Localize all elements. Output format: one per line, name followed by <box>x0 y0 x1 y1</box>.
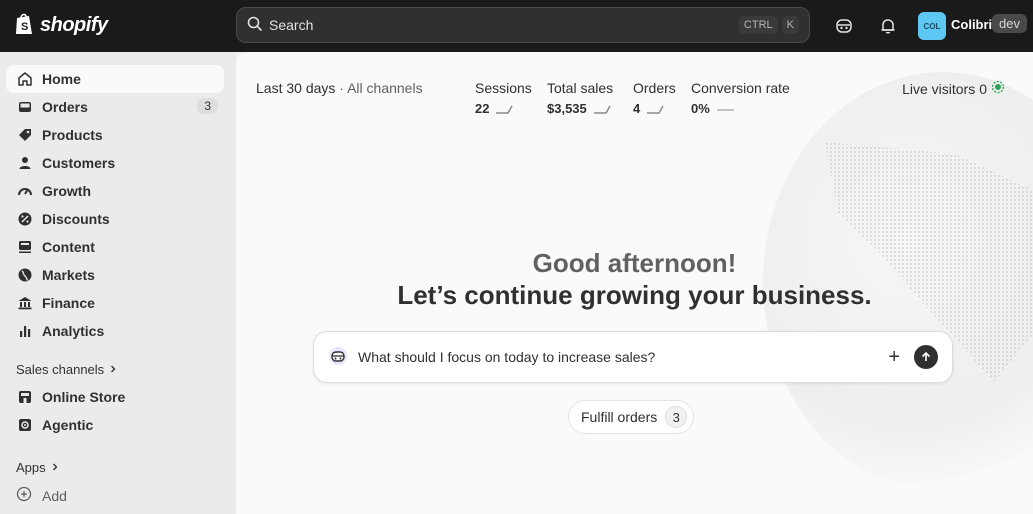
live-visitors[interactable]: Live visitors 0 <box>902 80 1005 97</box>
sidebar-item-label: Products <box>42 127 103 143</box>
live-indicator-icon <box>991 80 1005 97</box>
shortcut-key-ctrl: CTRL <box>738 16 778 34</box>
send-button[interactable] <box>914 345 938 369</box>
fulfill-orders-chip[interactable]: Fulfill orders 3 <box>568 400 695 434</box>
top-bar: S shopify Search CTRL K COL Colibri dev <box>0 0 1033 52</box>
shopify-logo[interactable]: S shopify <box>14 12 108 39</box>
plus-icon[interactable]: + <box>888 346 900 369</box>
apps-header[interactable]: Apps <box>16 460 60 475</box>
content-icon <box>16 238 34 256</box>
sparkline <box>593 105 611 114</box>
bell-icon[interactable] <box>876 14 900 38</box>
sidebar-item-orders[interactable]: Orders 3 <box>6 93 224 121</box>
store-name[interactable]: Colibri <box>951 17 992 32</box>
sidebar-item-products[interactable]: Products <box>6 121 224 149</box>
inbox-icon <box>16 98 34 116</box>
date-range-selector[interactable]: Last 30 days · All channels <box>256 80 423 96</box>
greeting-subtitle: Let’s continue growing your business. <box>397 280 872 310</box>
logo-text: shopify <box>40 14 108 36</box>
discount-icon <box>16 210 34 228</box>
channels-filter: All channels <box>347 80 423 96</box>
sidebar-item-label: Orders <box>42 99 88 115</box>
store-avatar[interactable]: COL <box>918 12 946 40</box>
bar-chart-icon <box>16 322 34 340</box>
metric-value: 22 <box>475 101 490 116</box>
add-label: Add <box>42 487 67 504</box>
metric-value: 4 <box>633 101 641 116</box>
add-app-button[interactable]: Add <box>16 486 67 505</box>
sales-channels-header[interactable]: Sales channels <box>16 362 118 377</box>
svg-text:S: S <box>21 21 28 33</box>
chip-count: 3 <box>665 406 688 428</box>
chip-label: Fulfill orders <box>581 409 658 425</box>
search-placeholder: Search <box>269 17 314 33</box>
date-range-label: Last 30 days <box>256 80 336 96</box>
metric-label: Conversion rate <box>691 80 790 96</box>
sidebar-item-finance[interactable]: Finance <box>6 289 224 317</box>
live-visitors-value: 0 <box>979 80 987 97</box>
metric-label: Total sales <box>547 80 614 96</box>
chevron-right-icon <box>108 362 118 377</box>
chevron-right-icon <box>50 460 60 475</box>
metric-value: $3,535 <box>547 101 587 116</box>
sidekick-icon <box>328 346 348 369</box>
sidekick-prompt-input[interactable]: What should I focus on today to increase… <box>313 331 953 383</box>
range-separator: · <box>339 80 344 96</box>
sidebar-item-label: Growth <box>42 183 91 199</box>
sidebar-item-label: Discounts <box>42 211 110 227</box>
plus-circle-icon <box>16 486 32 505</box>
metric-label: Sessions <box>475 80 532 96</box>
greeting-title: Good afternoon! <box>532 248 737 278</box>
search-icon <box>247 16 263 35</box>
orders-count-badge: 3 <box>197 98 218 114</box>
sidebar-item-label: Agentic <box>42 417 94 433</box>
search-input[interactable]: Search CTRL K <box>236 7 810 43</box>
globe-icon <box>16 266 34 284</box>
apps-label: Apps <box>16 460 46 475</box>
metric-conversion-rate[interactable]: Conversion rate 0% <box>691 80 790 116</box>
shopify-bag-icon: S <box>14 12 34 39</box>
main-content: Last 30 days · All channels Sessions 22 … <box>236 52 1033 514</box>
sidebar-item-customers[interactable]: Customers <box>6 149 224 177</box>
home-icon <box>16 70 34 88</box>
metric-total-sales[interactable]: Total sales $3,535 <box>547 80 613 116</box>
metric-sessions[interactable]: Sessions 22 <box>475 80 532 116</box>
sidebar-item-label: Finance <box>42 295 95 311</box>
metric-label: Orders <box>633 80 676 96</box>
agentic-icon <box>16 416 34 434</box>
sidebar-item-home[interactable]: Home <box>6 65 224 93</box>
bank-icon <box>16 294 34 312</box>
sparkline <box>716 108 734 111</box>
sidebar-item-label: Analytics <box>42 323 105 339</box>
store-icon <box>16 388 34 406</box>
prompt-text: What should I focus on today to increase… <box>358 349 656 365</box>
live-visitors-label: Live visitors <box>902 80 976 97</box>
store-tag: dev <box>992 14 1027 33</box>
shortcut-key-k: K <box>781 16 799 34</box>
sidebar-item-online-store[interactable]: Online Store <box>6 383 224 411</box>
sidebar-item-content[interactable]: Content <box>6 233 224 261</box>
sidebar-item-label: Home <box>42 71 81 87</box>
person-icon <box>16 154 34 172</box>
sidebar-item-discounts[interactable]: Discounts <box>6 205 224 233</box>
sidebar-item-growth[interactable]: Growth <box>6 177 224 205</box>
sparkline <box>647 105 664 114</box>
metric-orders[interactable]: Orders 4 <box>633 80 676 116</box>
metric-value: 0% <box>691 101 710 116</box>
sparkline <box>496 105 514 114</box>
sidebar-item-agentic[interactable]: Agentic <box>6 411 224 439</box>
sidebar-item-label: Online Store <box>42 389 126 405</box>
sidebar: Home Orders 3 Products Customers Growth … <box>0 52 236 514</box>
tag-icon <box>16 126 34 144</box>
gauge-icon <box>16 182 34 200</box>
sidekick-icon[interactable] <box>832 14 856 38</box>
sidebar-item-markets[interactable]: Markets <box>6 261 224 289</box>
sidebar-item-label: Content <box>42 239 95 255</box>
sidebar-item-label: Customers <box>42 155 116 171</box>
sidebar-item-analytics[interactable]: Analytics <box>6 317 224 345</box>
sales-channels-label: Sales channels <box>16 362 105 377</box>
sidebar-item-label: Markets <box>42 267 95 283</box>
arrow-up-icon <box>921 351 931 361</box>
